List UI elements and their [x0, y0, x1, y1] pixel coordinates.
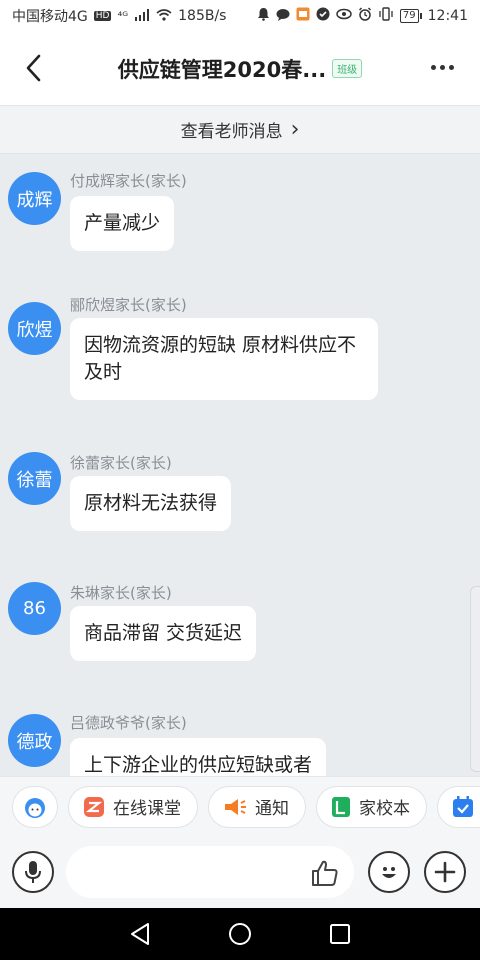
signal-icon [134, 8, 150, 24]
message-item: 德政 吕德政爷爷(家长) 上下游企业的供应短缺或者 [0, 712, 480, 776]
chip-label: 在线课堂 [113, 799, 181, 819]
network-speed: 185B/s [178, 8, 227, 24]
app-notice-icon [296, 7, 310, 25]
battery-level: 79 [399, 9, 419, 23]
avatar[interactable]: 86 [8, 582, 61, 635]
circle-home-icon [229, 923, 251, 945]
like-button[interactable] [308, 856, 342, 890]
clock: 12:41 [427, 8, 468, 24]
chip-label: 通知 [255, 799, 289, 819]
avatar[interactable]: 欣煜 [8, 302, 61, 355]
teacher-messages-label: 查看老师消息 [180, 122, 283, 142]
chevron-left-icon [26, 54, 41, 82]
notice-button[interactable]: 通知 [208, 785, 306, 828]
alarm-icon [358, 7, 372, 25]
message-item: 欣煜 郦欣煜家长(家长) 因物流资源的短缺 原材料供应不及时 [0, 292, 480, 422]
chevron-right-icon: › [290, 117, 300, 142]
message-item: 86 朱琳家长(家长) 商品滞留 交货延迟 [0, 580, 480, 680]
class-badge: 班级 [332, 59, 363, 78]
page-title: 供应链管理2020春... [117, 57, 327, 82]
view-teacher-messages[interactable]: 查看老师消息 › [0, 106, 480, 154]
checkin-icon [453, 795, 473, 817]
battery-icon: 79 [399, 9, 422, 23]
status-right: 79 12:41 [257, 7, 468, 25]
nav-recents-button[interactable] [290, 908, 390, 960]
more-dot-icon [448, 64, 454, 70]
back-button[interactable] [18, 50, 48, 86]
more-dot-icon [430, 64, 436, 70]
child-face-icon [25, 797, 45, 818]
carrier-label: 中国移动4G [12, 9, 88, 25]
sender-name: 朱琳家长(家长) [70, 584, 172, 602]
online-class-button[interactable]: 在线课堂 [68, 785, 198, 828]
more-options-button[interactable] [426, 54, 458, 80]
avatar[interactable]: 成辉 [8, 172, 61, 225]
megaphone-icon [225, 798, 246, 815]
avatar[interactable]: 德政 [8, 714, 61, 767]
wifi-icon [156, 8, 172, 24]
add-attachment-button[interactable] [424, 851, 466, 893]
smiley-face-icon [382, 867, 396, 878]
plus-icon [434, 861, 456, 883]
network-label: ⁴ᴳ [117, 9, 129, 23]
status-left: 中国移动4G HD ⁴ᴳ 185B/s [12, 6, 226, 26]
notebook-icon [332, 796, 350, 817]
message-bubble[interactable]: 商品滞留 交货延迟 [70, 606, 257, 661]
scroll-handle[interactable] [470, 586, 480, 772]
nav-home-button[interactable] [190, 908, 290, 960]
status-bar: 中国移动4G HD ⁴ᴳ 185B/s 79 12:41 [0, 0, 480, 32]
system-navigation-bar [0, 908, 480, 960]
title-group: 供应链管理2020春... 班级 [117, 54, 363, 84]
square-recents-icon [330, 924, 350, 944]
nav-back-button[interactable] [90, 908, 190, 960]
thumbs-up-icon [312, 860, 338, 886]
avatar[interactable]: 徐蕾 [8, 452, 61, 505]
home-school-book-button[interactable]: 家校本 [316, 785, 427, 828]
voice-input-button[interactable] [12, 851, 54, 893]
emoji-button[interactable] [368, 851, 410, 893]
online-class-icon [84, 796, 104, 817]
triangle-back-icon [131, 923, 149, 945]
sender-name: 郦欣煜家长(家长) [70, 296, 187, 314]
notification-bell-icon [257, 7, 270, 25]
sender-name: 徐蕾家长(家长) [70, 454, 172, 472]
chat-bubble-icon [276, 8, 290, 25]
microphone-icon [25, 861, 41, 883]
checkin-button[interactable]: 打 [437, 785, 480, 828]
message-item: 成辉 付成辉家长(家长) 产量减少 [0, 162, 480, 262]
sender-name: 付成辉家长(家长) [70, 172, 187, 190]
vibrate-icon [378, 7, 394, 25]
message-bubble[interactable]: 上下游企业的供应短缺或者 [70, 738, 327, 776]
chat-message-list[interactable]: 成辉 付成辉家长(家长) 产量减少 欣煜 郦欣煜家长(家长) 因物流资源的短缺 … [0, 154, 480, 776]
eye-icon [336, 8, 352, 24]
message-bubble[interactable]: 产量减少 [70, 196, 175, 251]
chat-header: 供应链管理2020春... 班级 [0, 32, 480, 106]
chip-label: 家校本 [359, 799, 410, 819]
sender-name: 吕德政爷爷(家长) [70, 714, 187, 732]
shield-icon [316, 7, 330, 25]
hd-badge: HD [93, 11, 112, 21]
message-bubble[interactable]: 因物流资源的短缺 原材料供应不及时 [70, 318, 378, 400]
assistant-button[interactable] [12, 785, 58, 828]
more-dot-icon [439, 64, 445, 70]
quick-tools-bar: 在线课堂 通知 家校本 打 [0, 776, 480, 836]
input-bar [0, 836, 480, 908]
message-bubble[interactable]: 原材料无法获得 [70, 476, 232, 531]
message-item: 徐蕾 徐蕾家长(家长) 原材料无法获得 [0, 450, 480, 550]
